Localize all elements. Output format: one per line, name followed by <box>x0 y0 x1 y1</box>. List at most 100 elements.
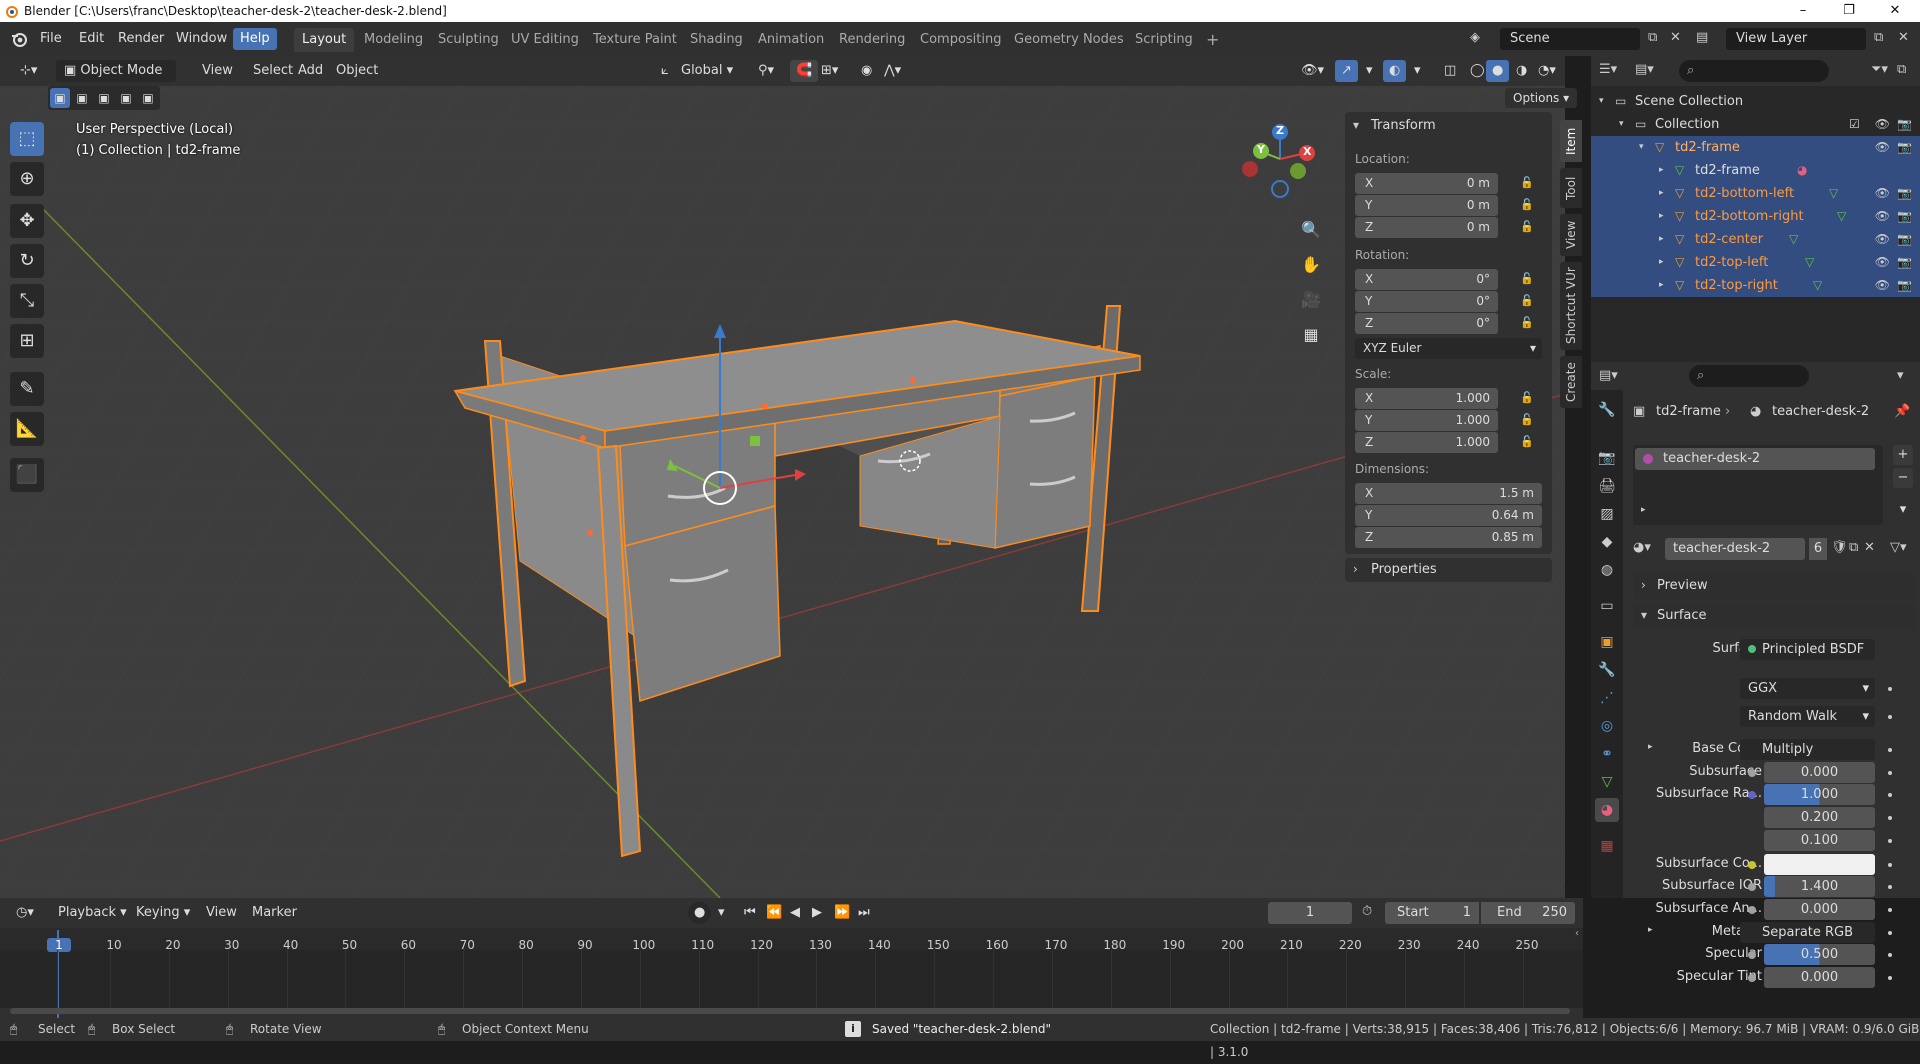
camera-icon[interactable]: 📷 <box>1897 205 1912 228</box>
eye-icon[interactable]: 👁 <box>1875 205 1890 228</box>
tab-compositing[interactable]: Compositing <box>912 28 1010 52</box>
chevron-down-icon[interactable]: ▾ <box>1897 368 1904 383</box>
mesh-data-icon[interactable]: ▽ <box>1813 274 1822 297</box>
transform-panel-title[interactable]: Transform <box>1371 118 1436 133</box>
constraints-tab-icon[interactable]: ⚭ <box>1595 742 1619 766</box>
slot-specials-icon[interactable]: ▾ <box>1893 500 1913 520</box>
annotate-tool-icon[interactable]: ✎ <box>10 372 44 406</box>
eye-icon[interactable]: 👁 <box>1875 228 1890 251</box>
render-tab-icon[interactable]: 📷 <box>1595 446 1619 470</box>
gizmo-dropdown-icon[interactable]: ▾ <box>1360 60 1379 82</box>
overlay-toggle-icon[interactable]: ◐ <box>1383 60 1407 82</box>
keyframe-dot-icon[interactable] <box>1888 907 1892 912</box>
snap-target-icon[interactable]: ⊞▾ <box>815 60 844 82</box>
delete-scene-icon[interactable]: ✕ <box>1670 30 1681 45</box>
close-button[interactable]: ✕ <box>1872 0 1918 22</box>
scale-tool-icon[interactable]: ⤡ <box>10 284 44 318</box>
mesh-data-icon[interactable]: ▽ <box>1789 228 1798 251</box>
material-shading-icon[interactable]: ◑ <box>1510 60 1533 82</box>
dimensions-z-field[interactable]: Z 0.85 m <box>1355 527 1542 548</box>
menu-render[interactable]: Render <box>111 28 171 50</box>
mesh-data-icon[interactable]: ▽ <box>1829 182 1838 205</box>
play-reverse-icon[interactable]: ◀ <box>784 902 806 924</box>
camera-icon[interactable]: 📷 <box>1897 251 1912 274</box>
keyframe-dot-icon[interactable] <box>1888 770 1892 775</box>
lock-icon[interactable]: 🔓 <box>1520 272 1534 286</box>
filter-icon[interactable]: ⏷▾ <box>1871 62 1888 77</box>
surface-shader-field[interactable]: Principled BSDF <box>1740 639 1875 660</box>
rotation-y-field[interactable]: Y 0° <box>1355 291 1498 312</box>
view-layer-selector[interactable]: View Layer <box>1726 28 1866 50</box>
scene-tab-icon[interactable]: ◆ <box>1595 530 1619 554</box>
tab-shading[interactable]: Shading <box>682 28 751 52</box>
lock-icon[interactable]: 🔓 <box>1520 316 1534 330</box>
dimensions-x-field[interactable]: X 1.5 m <box>1355 483 1542 504</box>
remove-slot-button[interactable]: − <box>1893 468 1913 488</box>
add-cube-tool-icon[interactable]: ⬛ <box>10 458 44 492</box>
tab-texture-paint[interactable]: Texture Paint <box>585 28 685 52</box>
camera-icon[interactable]: 📷 <box>1897 182 1912 205</box>
dimensions-y-field[interactable]: Y 0.64 m <box>1355 505 1542 526</box>
new-scene-icon[interactable]: ⧉ <box>1648 30 1657 45</box>
tool-tab-icon[interactable]: 🔧 <box>1595 398 1619 422</box>
tab-geometry-nodes[interactable]: Geometry Nodes <box>1006 28 1132 52</box>
expand-arrow-icon[interactable]: ▸ <box>1659 182 1664 205</box>
expand-arrow-icon[interactable]: ▸ <box>1659 228 1664 251</box>
timeline-editor-icon[interactable]: ◷▾ <box>10 902 40 924</box>
select-invert-icon[interactable]: ▣ <box>116 88 136 108</box>
material-users-count[interactable]: 6 <box>1809 538 1827 560</box>
transform-tool-icon[interactable]: ⊞ <box>10 324 44 358</box>
menu-object[interactable]: Object <box>330 60 384 82</box>
tab-layout[interactable]: Layout <box>294 28 355 52</box>
record-icon[interactable]: ● <box>688 902 712 924</box>
cursor-tool-icon[interactable]: ⊕ <box>10 162 44 196</box>
new-view-layer-icon[interactable]: ⧉ <box>1874 30 1883 45</box>
add-slot-button[interactable]: + <box>1893 445 1913 465</box>
shader-input-field[interactable] <box>1764 853 1875 875</box>
object-tab-icon[interactable]: ▣ <box>1595 630 1619 654</box>
record-options-icon[interactable]: ▾ <box>712 902 731 924</box>
menu-view[interactable]: View <box>196 60 239 82</box>
eye-icon[interactable]: 👁 <box>1875 182 1890 205</box>
menu-marker[interactable]: Marker <box>246 902 303 924</box>
tab-item[interactable]: Item <box>1560 120 1582 162</box>
outliner-editor-icon[interactable]: ☰▾ <box>1599 62 1617 77</box>
collection-tab-icon[interactable]: ▭ <box>1595 594 1619 618</box>
outliner-row[interactable]: ▸ ▽ td2-bottom-left ▽ 👁 📷 <box>1591 182 1920 205</box>
timeline-scrollbar[interactable] <box>10 1008 1570 1014</box>
modifier-tab-icon[interactable]: 🔧 <box>1595 658 1619 682</box>
properties-editor-icon[interactable]: ▤▾ <box>1599 368 1618 383</box>
keyframe-dot-icon[interactable] <box>1888 748 1892 752</box>
physics-tab-icon[interactable]: ◎ <box>1595 714 1619 738</box>
collapse-arrow-icon[interactable]: ▾ <box>1619 113 1624 136</box>
distribution-dropdown[interactable]: GGX ▾ <box>1740 678 1875 699</box>
eye-icon[interactable]: 👁 <box>1875 274 1890 297</box>
camera-icon[interactable]: 📷 <box>1897 228 1912 251</box>
scene-selector[interactable]: Scene <box>1500 28 1640 50</box>
tab-sculpting[interactable]: Sculpting <box>430 28 507 52</box>
transform-orientation-dropdown[interactable]: Global ▾ <box>675 60 739 82</box>
shader-input-field[interactable]: 0.000 <box>1764 967 1875 988</box>
menu-keying[interactable]: Keying ▾ <box>130 902 196 924</box>
end-frame-field[interactable]: End 250 <box>1481 902 1575 924</box>
expand-arrow-icon[interactable]: ▸ <box>1659 159 1664 182</box>
transform-chevron-icon[interactable]: ▾ <box>1353 118 1359 132</box>
location-x-field[interactable]: X0 m <box>1355 173 1498 194</box>
unlink-icon[interactable]: ✕ <box>1864 540 1875 555</box>
eye-icon[interactable]: 👁 <box>1875 136 1890 159</box>
blender-menu-icon[interactable] <box>10 30 28 48</box>
pan-view-icon[interactable]: ✋ <box>1297 251 1325 279</box>
material-browse-icon[interactable]: ◕▾ <box>1633 540 1651 555</box>
lock-icon[interactable]: 🔓 <box>1520 435 1534 449</box>
keyframe-dot-icon[interactable] <box>1888 687 1892 691</box>
scale-z-field[interactable]: Z 1.000 <box>1355 432 1498 453</box>
preview-range-icon[interactable]: ⏱ <box>1362 904 1372 919</box>
play-icon[interactable]: ▶ <box>806 902 828 924</box>
select-subtract-icon[interactable]: ▣ <box>94 88 114 108</box>
move-tool-icon[interactable]: ✥ <box>10 204 44 238</box>
maximize-button[interactable]: ❐ <box>1826 0 1872 22</box>
shader-input-field[interactable]: 1.400 <box>1764 876 1875 898</box>
link-type-icon[interactable]: ▽▾ <box>1890 540 1907 555</box>
tab-tool[interactable]: Tool <box>1560 168 1582 208</box>
eye-icon[interactable]: 👁 <box>1875 251 1890 274</box>
